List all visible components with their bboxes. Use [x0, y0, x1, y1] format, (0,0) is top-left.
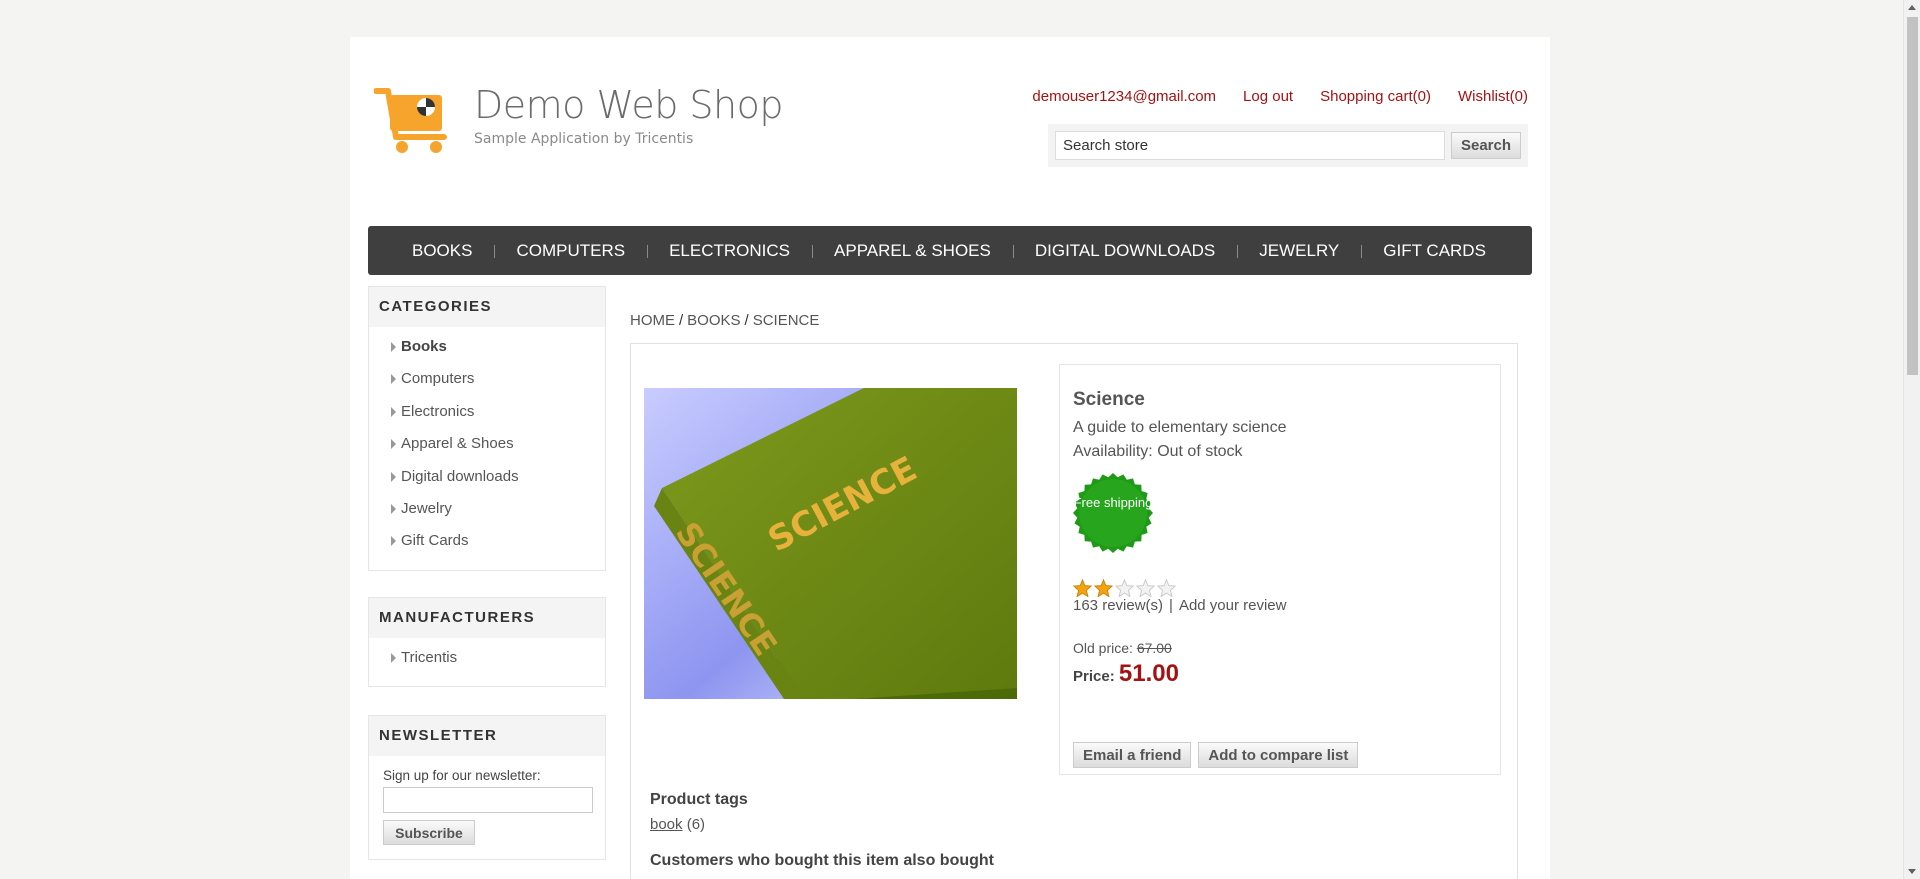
- site-logo[interactable]: Demo Web Shop Sample Application by Tric…: [373, 83, 784, 155]
- badge-text: Free shipping: [1073, 495, 1153, 510]
- email-friend-button[interactable]: Email a friend: [1073, 742, 1192, 768]
- category-books[interactable]: Books: [391, 337, 605, 369]
- price: Price: 51.00: [1073, 660, 1487, 688]
- newsletter-title: NEWSLETTER: [369, 716, 605, 756]
- menu-item-gift-cards[interactable]: GIFT CARDS: [1361, 241, 1508, 261]
- top-menu: BOOKS COMPUTERS ELECTRONICS APPAREL & SH…: [368, 226, 1532, 275]
- menu-item-books[interactable]: BOOKS: [390, 241, 494, 261]
- product-description: A guide to elementary science: [1073, 419, 1287, 436]
- rating-stars: [1073, 579, 1487, 597]
- old-price: Old price: 67.00: [1073, 640, 1487, 656]
- logo-subtitle: Sample Application by Tricentis: [474, 131, 694, 147]
- categories-block: CATEGORIES Books Computers Electronics A…: [368, 286, 606, 571]
- old-price-value: 67.00: [1136, 640, 1172, 656]
- category-computers[interactable]: Computers: [391, 369, 605, 401]
- search-input[interactable]: [1055, 131, 1445, 160]
- categories-list: Books Computers Electronics Apparel & Sh…: [369, 327, 605, 570]
- subscribe-button[interactable]: Subscribe: [383, 820, 475, 845]
- menu-item-computers[interactable]: COMPUTERS: [494, 241, 647, 261]
- product-actions: Email a friend Add to compare list: [1073, 742, 1487, 768]
- add-review-link[interactable]: Add your review: [1179, 597, 1287, 614]
- breadcrumb-current: SCIENCE: [752, 312, 820, 329]
- product-tags-title: Product tags: [650, 791, 748, 808]
- free-shipping-badge: Free shipping: [1073, 473, 1153, 553]
- product-details: SCIENCE SCIENCE Science A guide to eleme…: [630, 343, 1518, 879]
- manufacturers-title: MANUFACTURERS: [369, 598, 605, 638]
- manufacturers-block: MANUFACTURERS Tricentis: [368, 597, 606, 688]
- category-jewelry[interactable]: Jewelry: [391, 499, 605, 531]
- breadcrumb: HOME / BOOKS / SCIENCE: [630, 312, 820, 329]
- add-to-compare-button[interactable]: Add to compare list: [1198, 742, 1359, 768]
- category-digital-downloads[interactable]: Digital downloads: [391, 467, 605, 499]
- menu-item-jewelry[interactable]: JEWELRY: [1237, 241, 1361, 261]
- star-empty-icon: [1157, 579, 1176, 597]
- account-email-link[interactable]: demouser1234@gmail.com: [1032, 88, 1216, 105]
- newsletter-label: Sign up for our newsletter:: [383, 768, 541, 783]
- search-button[interactable]: Search: [1451, 132, 1521, 159]
- star-empty-icon: [1136, 579, 1155, 597]
- newsletter-email-input[interactable]: [383, 787, 593, 813]
- menu-item-electronics[interactable]: ELECTRONICS: [647, 241, 812, 261]
- product-availability: Availability: Out of stock: [1073, 443, 1243, 460]
- product-tags: book (6): [650, 816, 705, 833]
- wishlist-link[interactable]: Wishlist(0): [1458, 88, 1528, 105]
- tag-link-book[interactable]: book: [650, 816, 683, 833]
- star-empty-icon: [1115, 579, 1134, 597]
- shopping-cart-link[interactable]: Shopping cart(0): [1320, 88, 1431, 105]
- scroll-down-arrow-icon[interactable]: [1908, 869, 1916, 874]
- manufacturer-tricentis[interactable]: Tricentis: [391, 648, 605, 680]
- scroll-up-arrow-icon[interactable]: [1908, 5, 1916, 10]
- star-filled-icon: [1073, 579, 1092, 597]
- reviews-count-link[interactable]: 163 review(s): [1073, 597, 1163, 614]
- vertical-scrollbar[interactable]: [1903, 0, 1920, 879]
- category-apparel-shoes[interactable]: Apparel & Shoes: [391, 434, 605, 466]
- header-links: demouser1234@gmail.com Log out Shopping …: [1005, 88, 1528, 105]
- badge-seal-icon: [1073, 473, 1153, 553]
- star-filled-icon: [1094, 579, 1113, 597]
- tag-count: (6): [686, 816, 706, 833]
- menu-item-apparel-shoes[interactable]: APPAREL & SHOES: [812, 241, 1013, 261]
- logout-link[interactable]: Log out: [1243, 88, 1293, 105]
- menu-item-digital-downloads[interactable]: DIGITAL DOWNLOADS: [1012, 241, 1237, 261]
- product-image[interactable]: SCIENCE SCIENCE: [644, 388, 1017, 699]
- breadcrumb-home[interactable]: HOME: [630, 312, 675, 329]
- cart-logo-icon: [373, 83, 460, 155]
- product-name: Science: [1073, 389, 1145, 410]
- also-bought-title: Customers who bought this item also boug…: [650, 852, 994, 869]
- newsletter-block: NEWSLETTER Sign up for our newsletter: S…: [368, 715, 606, 860]
- page-container: Demo Web Shop Sample Application by Tric…: [350, 37, 1550, 879]
- price-label: Price:: [1073, 668, 1115, 685]
- old-price-label: Old price:: [1073, 640, 1133, 656]
- category-gift-cards[interactable]: Gift Cards: [391, 531, 605, 563]
- breadcrumb-books[interactable]: BOOKS: [687, 312, 740, 329]
- product-overview: Science A guide to elementary science Av…: [1059, 364, 1501, 775]
- categories-title: CATEGORIES: [369, 287, 605, 327]
- price-value: 51.00: [1118, 660, 1179, 687]
- search-box: Search: [1048, 124, 1528, 167]
- reviews-row: 163 review(s) | Add your review: [1073, 597, 1287, 614]
- manufacturers-list: Tricentis: [369, 638, 605, 686]
- logo-title: Demo Web Shop: [474, 83, 784, 127]
- category-electronics[interactable]: Electronics: [391, 402, 605, 434]
- scrollbar-thumb[interactable]: [1907, 17, 1918, 375]
